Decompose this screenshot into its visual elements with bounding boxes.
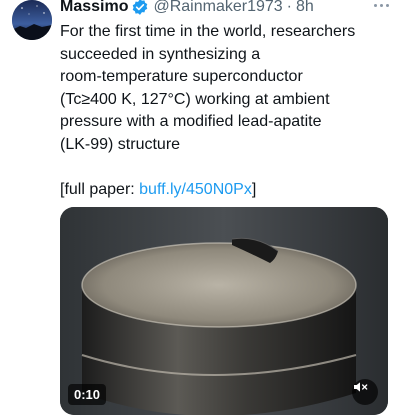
more-options-icon[interactable] [374,4,390,10]
verified-badge-icon[interactable] [131,0,149,16]
separator-dot: · [286,0,292,15]
avatar[interactable] [12,0,52,40]
tweet-time[interactable]: 8h [296,0,314,16]
author-name[interactable]: Massimo [60,0,128,16]
tweet-header: Massimo @Rainmaker1973 · 8h [60,0,388,18]
paper-line: [full paper: buff.ly/450N0Px] [60,179,390,202]
video-frame [60,207,388,415]
speaker-muted-icon[interactable] [352,379,378,405]
tweet[interactable]: Massimo @Rainmaker1973 · 8h For the firs… [0,0,400,420]
tweet-body: For the first time in the world, researc… [60,23,356,153]
paper-link[interactable]: buff.ly/450N0Px [139,181,252,198]
paper-prefix: [full paper: [60,180,140,198]
night-sky-avatar-icon [12,0,52,40]
author-handle[interactable]: @Rainmaker1973 [153,0,282,16]
video-player[interactable]: 0:10 [60,207,388,415]
paper-suffix: ] [251,180,257,198]
tweet-text: For the first time in the world, researc… [60,21,390,201]
video-timestamp: 0:10 [68,384,107,405]
